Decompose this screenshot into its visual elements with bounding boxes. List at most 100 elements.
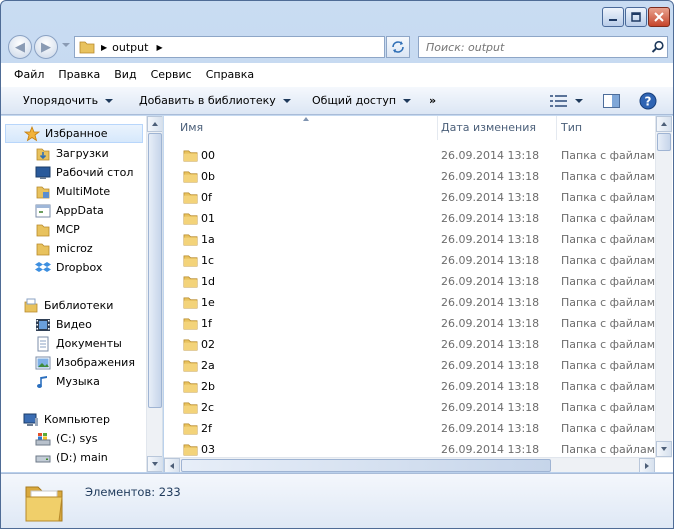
scroll-down-button[interactable] [656, 441, 672, 457]
file-row[interactable]: 2a 26.09.2014 13:18 Папка с файлами [164, 355, 657, 376]
refresh-icon [392, 41, 404, 53]
nav-favorites[interactable]: Избранное [5, 124, 143, 143]
hard-drive-icon [35, 450, 51, 466]
nav-item-video[interactable]: Видео [35, 315, 92, 334]
file-date: 26.09.2014 13:18 [441, 317, 540, 330]
file-row[interactable]: 1d 26.09.2014 13:18 Папка с файлами [164, 271, 657, 292]
nav-computer[interactable]: Компьютер [23, 410, 110, 429]
folder-icon [183, 297, 198, 309]
file-name: 00 [201, 149, 215, 162]
nav-item-pictures[interactable]: Изображения [35, 353, 135, 372]
file-row[interactable]: 1e 26.09.2014 13:18 Папка с файлами [164, 292, 657, 313]
forward-button[interactable]: ▶ [34, 35, 58, 59]
scroll-thumb[interactable] [657, 133, 671, 151]
address-bar[interactable]: ▶ output ▶ [74, 36, 453, 58]
file-row[interactable]: 2b 26.09.2014 13:18 Папка с файлами [164, 376, 657, 397]
nav-libraries[interactable]: Библиотеки [23, 296, 113, 315]
documents-library-icon [35, 336, 51, 352]
scroll-thumb[interactable] [181, 459, 551, 472]
explorer-window: ◀ ▶ ▶ output ▶ Файл Правка Вид Сервис Сп… [0, 0, 674, 529]
nav-item-appdata[interactable]: AppData [35, 201, 104, 220]
column-header-date[interactable]: Дата изменения [435, 116, 557, 140]
nav-item-documents[interactable]: Документы [35, 334, 122, 353]
scroll-down-button[interactable] [147, 456, 162, 472]
folder-icon [183, 255, 198, 267]
file-row[interactable]: 0f 26.09.2014 13:18 Папка с файлами [164, 187, 657, 208]
file-row[interactable]: 2f 26.09.2014 13:18 Папка с файлами [164, 418, 657, 439]
nav-item-label: Dropbox [56, 261, 103, 274]
nav-item-drive-d[interactable]: (D:) main [35, 448, 108, 467]
file-row[interactable]: 0b 26.09.2014 13:18 Папка с файлами [164, 166, 657, 187]
breadcrumb-output[interactable]: output [112, 41, 148, 54]
back-button[interactable]: ◀ [8, 35, 32, 59]
pictures-library-icon [35, 355, 51, 371]
add-to-library-button[interactable]: Добавить в библиотеку [139, 87, 291, 115]
items-count: Элементов: 233 [85, 485, 181, 499]
libraries-icon [23, 298, 39, 314]
scroll-left-button[interactable] [164, 458, 180, 472]
scroll-up-button[interactable] [147, 116, 162, 132]
refresh-button[interactable] [386, 36, 410, 58]
svg-text:?: ? [645, 95, 652, 109]
close-button[interactable] [648, 7, 670, 27]
nav-item-dropbox[interactable]: Dropbox [35, 258, 102, 277]
file-type: Папка с файлами [561, 233, 657, 246]
view-options-button[interactable] [550, 87, 583, 115]
title-bar[interactable] [1, 1, 673, 33]
search-icon[interactable] [651, 40, 665, 54]
file-row[interactable]: 1a 26.09.2014 13:18 Папка с файлами [164, 229, 657, 250]
menu-view[interactable]: Вид [107, 63, 143, 87]
help-button[interactable]: ? [639, 87, 657, 115]
nav-item-downloads[interactable]: Загрузки [35, 144, 109, 163]
file-type: Папка с файлами [561, 149, 657, 162]
column-type-label: Тип [561, 121, 583, 134]
file-type: Папка с файлами [561, 296, 657, 309]
file-type: Папка с файлами [561, 380, 657, 393]
menu-help[interactable]: Справка [199, 63, 261, 87]
file-row[interactable]: 00 26.09.2014 13:18 Папка с файлами [164, 145, 657, 166]
folder-icon [35, 241, 51, 257]
preview-pane-button[interactable] [603, 87, 620, 115]
nav-item-music[interactable]: Музыка [35, 372, 100, 391]
minimize-button[interactable] [602, 7, 624, 27]
column-name-label: Имя [180, 121, 204, 134]
nav-item-mcp[interactable]: MCP [35, 220, 80, 239]
organize-button[interactable]: Упорядочить [23, 87, 114, 115]
file-row[interactable]: 1c 26.09.2014 13:18 Папка с файлами [164, 250, 657, 271]
chevron-left-icon [170, 462, 174, 469]
share-label: Общий доступ [312, 94, 397, 107]
file-name: 01 [201, 212, 215, 225]
nav-item-label: Рабочий стол [56, 166, 134, 179]
organize-label: Упорядочить [23, 94, 99, 107]
scroll-thumb[interactable] [148, 133, 162, 408]
column-header-type[interactable]: Тип [555, 116, 665, 140]
file-vertical-scrollbar[interactable] [655, 116, 672, 458]
nav-item-desktop[interactable]: Рабочий стол [35, 163, 133, 182]
file-row[interactable]: 02 26.09.2014 13:18 Папка с файлами [164, 334, 657, 355]
file-row[interactable]: 1f 26.09.2014 13:18 Папка с файлами [164, 313, 657, 334]
nav-item-multimote[interactable]: MultiMote [35, 182, 110, 201]
breadcrumb-separator-icon[interactable]: ▶ [156, 43, 162, 52]
menu-edit[interactable]: Правка [51, 63, 107, 87]
nav-vertical-scrollbar[interactable] [146, 116, 162, 472]
more-commands-button[interactable]: » [429, 87, 436, 115]
file-date: 26.09.2014 13:18 [441, 422, 540, 435]
scroll-right-button[interactable] [639, 458, 655, 472]
search-input[interactable] [426, 40, 646, 54]
scroll-up-button[interactable] [656, 116, 672, 132]
share-button[interactable]: Общий доступ [312, 87, 412, 115]
file-date: 26.09.2014 13:18 [441, 233, 540, 246]
folder-icon [183, 192, 198, 204]
maximize-button[interactable] [625, 7, 647, 27]
system-drive-icon [35, 431, 51, 447]
file-horizontal-scrollbar[interactable] [164, 457, 655, 472]
nav-item-drive-c[interactable]: (C:) sys [35, 429, 97, 448]
file-row[interactable]: 01 26.09.2014 13:18 Папка с файлами [164, 208, 657, 229]
menu-file[interactable]: Файл [7, 63, 51, 87]
breadcrumb-separator-icon[interactable]: ▶ [101, 43, 107, 52]
menu-tools[interactable]: Сервис [144, 63, 199, 87]
search-box[interactable] [418, 36, 668, 58]
nav-item-microz[interactable]: microz [35, 239, 93, 258]
file-row[interactable]: 2c 26.09.2014 13:18 Папка с файлами [164, 397, 657, 418]
recent-pages-dropdown[interactable] [62, 43, 70, 47]
